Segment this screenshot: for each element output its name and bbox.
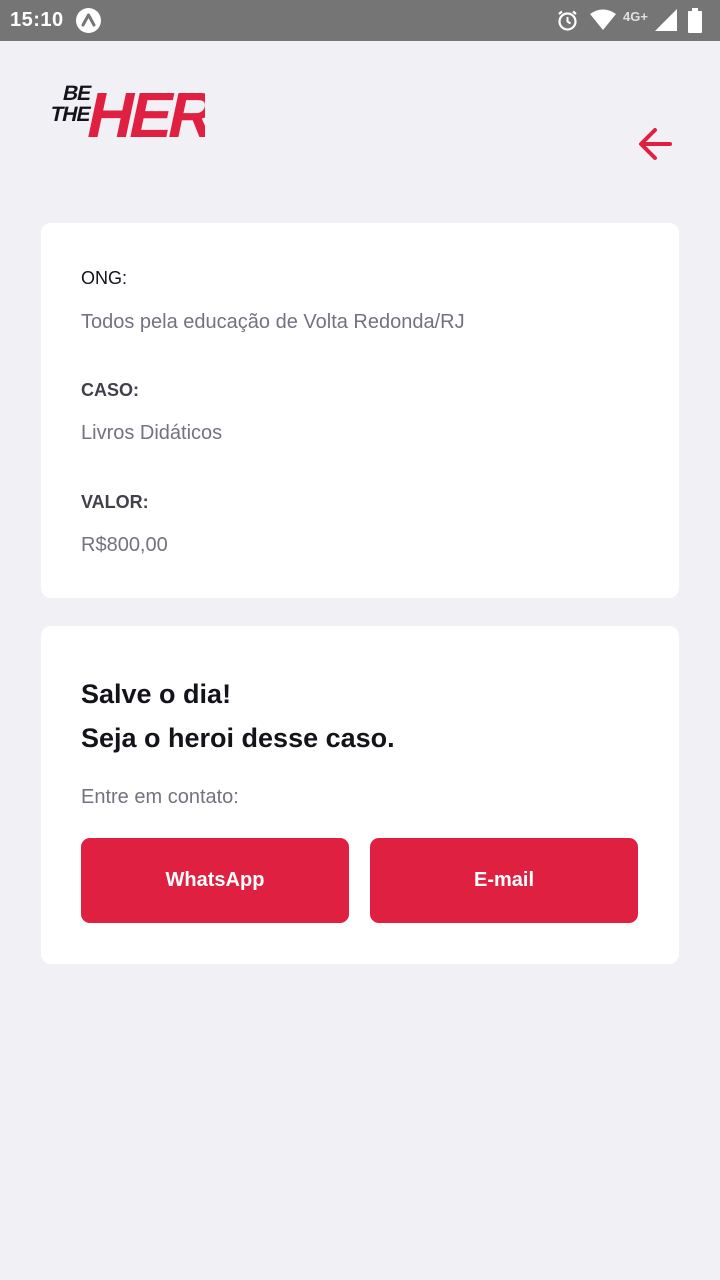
svg-text:BE: BE (61, 82, 94, 105)
page-header: BE THE HERO (0, 41, 720, 181)
be-the-hero-logo: BE THE HERO (40, 71, 267, 151)
status-time: 15:10 (10, 9, 64, 31)
battery-icon (688, 8, 702, 38)
value-amount: R$800,00 (81, 534, 168, 556)
contact-card: Salve o dia! Seja o heroi desse caso. En… (41, 626, 679, 964)
email-button[interactable]: E-mail (370, 838, 638, 923)
wifi-icon (589, 9, 617, 36)
case-value: Livros Didáticos (81, 422, 223, 444)
hero-title-line-2: Seja o heroi desse caso. (81, 723, 395, 753)
case-label: CASO: (81, 380, 139, 400)
hero-title-line-1: Salve o dia! (81, 679, 232, 709)
email-button-label: E-mail (473, 869, 535, 891)
value-label: VALOR: (81, 492, 149, 512)
hero-title: Salve o dia! Seja o heroi desse caso. (81, 672, 395, 760)
ong-value: Todos pela educação de Volta Redonda/RJ (81, 311, 465, 333)
contact-subtitle: Entre em contato: (81, 786, 239, 808)
back-button[interactable] (628, 119, 684, 175)
ong-label: ONG: (81, 268, 128, 288)
whatsapp-button-label: WhatsApp (165, 869, 265, 891)
status-bar: 15:10 4G+ (0, 0, 720, 41)
alarm-icon (556, 9, 579, 37)
signal-icon (655, 9, 677, 36)
app-notification-icon (76, 8, 101, 33)
arrow-left-icon (639, 128, 672, 160)
incident-card: ONG: Todos pela educação de Volta Redond… (41, 223, 679, 598)
svg-text:HERO: HERO (81, 79, 205, 143)
whatsapp-button[interactable]: WhatsApp (81, 838, 349, 923)
network-type: 4G+ (623, 9, 648, 24)
